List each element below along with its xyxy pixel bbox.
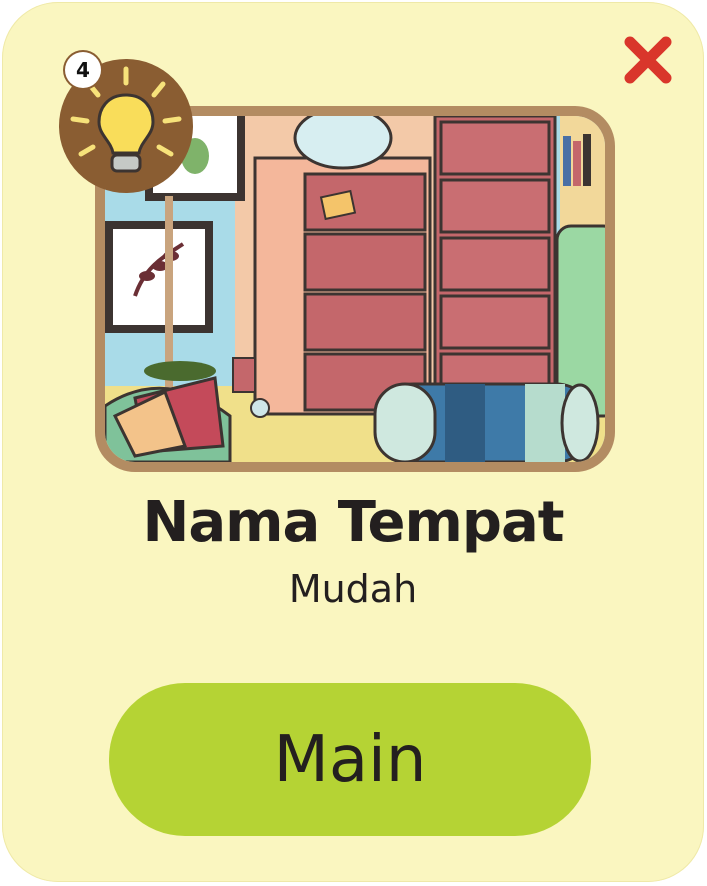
play-button[interactable]: Main: [109, 683, 591, 836]
difficulty-label: Mudah: [288, 567, 418, 611]
hint-count-badge: 4: [65, 52, 101, 88]
close-button[interactable]: [622, 34, 674, 86]
level-card: 4 Nama Tempat Mudah Main: [2, 2, 704, 882]
level-title: Nama Tempat: [142, 490, 564, 555]
close-icon: [624, 36, 672, 84]
